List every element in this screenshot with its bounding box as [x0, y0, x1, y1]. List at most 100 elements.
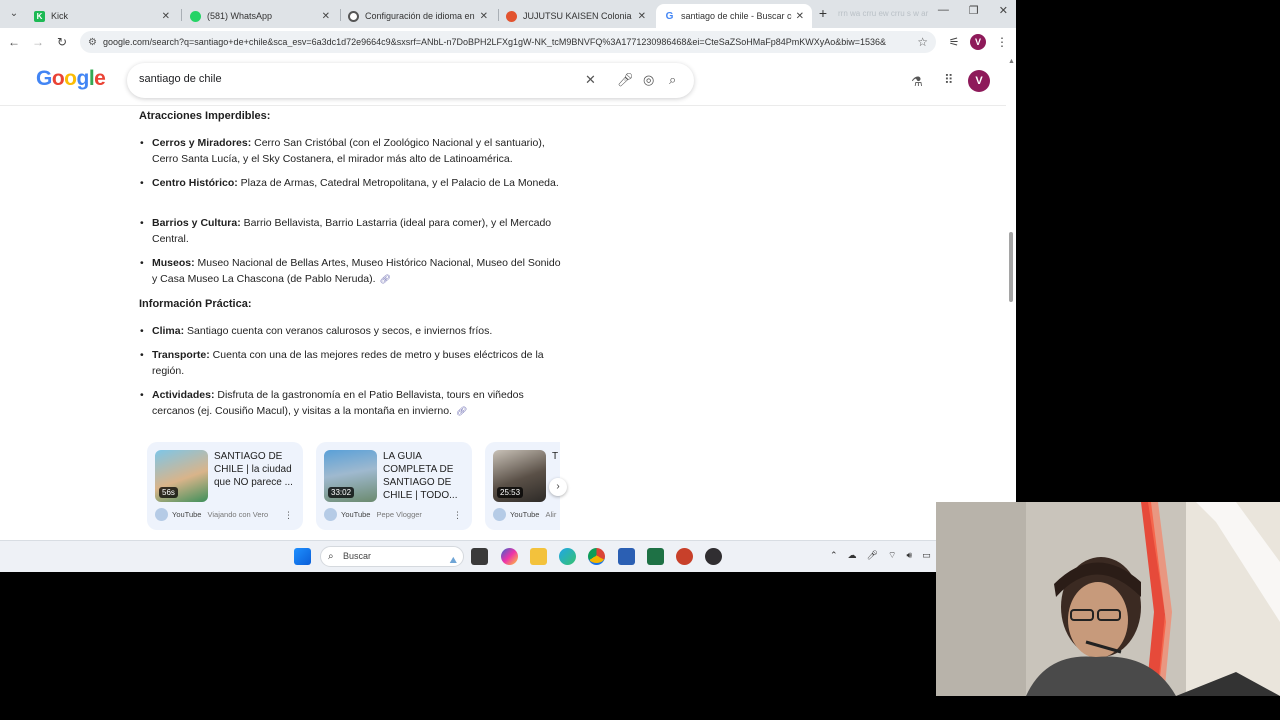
browser-profile-avatar[interactable]: V	[970, 34, 986, 50]
forward-arrow-icon[interactable]: →	[30, 34, 46, 50]
source-link-icon[interactable]: 🔗︎	[380, 274, 391, 284]
bookmark-star-icon[interactable]: ☆	[917, 35, 928, 49]
video-thumbnail[interactable]: 25:53	[493, 450, 546, 502]
list-item: Actividades: Disfruta de la gastronomía …	[139, 387, 563, 419]
source-name: YouTube	[341, 510, 371, 519]
more-options-icon[interactable]: ⋮	[453, 510, 462, 521]
file-explorer-icon[interactable]	[530, 548, 547, 565]
url-text: google.com/search?q=santiago+de+chile&sc…	[102, 37, 887, 47]
tab-google-search[interactable]: G santiago de chile - Buscar con ✕	[656, 4, 812, 28]
back-arrow-icon[interactable]: ←	[6, 34, 22, 50]
video-card[interactable]: 56s SANTIAGO DE CHILE | la ciudad que NO…	[147, 442, 303, 530]
windows-start-icon[interactable]	[294, 548, 311, 565]
taskbar-search[interactable]: ⌕ Buscar ⛰	[320, 546, 464, 567]
video-duration: 25:53	[497, 487, 524, 498]
item-label: Museos:	[152, 257, 195, 269]
tab-kick[interactable]: K Kick ✕	[26, 4, 178, 28]
list-item: Barrios y Cultura: Barrio Bellavista, Ba…	[139, 215, 563, 247]
search-icon[interactable]: ⌕	[669, 72, 676, 88]
volume-icon[interactable]: 🔊︎	[906, 550, 912, 561]
channel-avatar	[155, 508, 168, 521]
item-text: Plaza de Armas, Catedral Metropolitana, …	[237, 177, 559, 189]
site-info-icon[interactable]: ⚙	[88, 37, 97, 48]
video-carousel: 56s SANTIAGO DE CHILE | la ciudad que NO…	[147, 442, 560, 532]
channel-name: Pepe Vlogger	[376, 510, 422, 519]
tab-close-icon[interactable]: ✕	[638, 11, 646, 22]
tab-title: JUJUTSU KAISEN Colonia n.º 1	[523, 11, 634, 21]
lens-camera-icon[interactable]: ◎	[643, 72, 654, 88]
tab-close-icon[interactable]: ✕	[322, 11, 330, 22]
reload-icon[interactable]: ↻	[54, 34, 70, 50]
channel-name: Alir	[545, 510, 557, 519]
video-duration: 56s	[159, 487, 178, 498]
search-box[interactable]: santiago de chile ✕ 🎤︎ ◎ ⌕	[127, 63, 694, 98]
tab-kick-settings[interactable]: Configuración de idioma en Ki ✕	[340, 4, 496, 28]
wifi-icon[interactable]: ⌔	[888, 550, 896, 561]
video-duration: 33:02	[328, 487, 355, 498]
video-card[interactable]: 33:02 LA GUIA COMPLETA DE SANTIAGO DE CH…	[316, 442, 472, 530]
list-item: Centro Histórico: Plaza de Armas, Catedr…	[139, 175, 563, 191]
google-account-avatar[interactable]: V	[968, 70, 990, 92]
obs-icon[interactable]	[705, 548, 722, 565]
tray-chevron-icon[interactable]: ⌃	[830, 550, 838, 561]
item-label: Clima:	[152, 325, 185, 337]
item-label: Actividades:	[152, 389, 215, 401]
section-heading-attractions: Atracciones Imperdibles:	[139, 110, 271, 122]
chrome-icon[interactable]	[588, 548, 605, 565]
search-icon: ⌕	[328, 551, 334, 562]
labs-flask-icon[interactable]: ⚗	[911, 74, 923, 90]
onedrive-icon[interactable]: ☁	[848, 550, 857, 561]
carousel-next-chevron-icon[interactable]: ›	[549, 478, 567, 496]
browser-window: ⌄ K Kick ✕ (581) WhatsApp ✕ Configuració…	[0, 0, 1016, 572]
video-title[interactable]: SANTIAGO DE CHILE | la ciudad que NO par…	[214, 450, 298, 489]
microphone-icon[interactable]: 🎤︎	[617, 72, 634, 88]
powerpoint-icon[interactable]	[676, 548, 693, 565]
browser-menu-icon[interactable]: ⋮	[994, 34, 1010, 50]
copilot-icon[interactable]	[501, 548, 518, 565]
tab-title: (581) WhatsApp	[207, 11, 273, 21]
video-source: YouTube Alir	[493, 508, 556, 521]
crunchyroll-icon	[506, 10, 517, 22]
video-thumbnail[interactable]: 33:02	[324, 450, 377, 502]
apps-grid-icon[interactable]: ⠿	[944, 72, 954, 88]
more-options-icon[interactable]: ⋮	[284, 510, 293, 521]
excel-icon[interactable]	[647, 548, 664, 565]
list-item: Transporte: Cuenta con una de las mejore…	[139, 347, 563, 379]
google-logo[interactable]: Google	[36, 67, 106, 91]
close-window-icon[interactable]: ✕	[999, 4, 1008, 17]
page-scrollbar[interactable]: ▲	[1006, 56, 1016, 540]
tab-jujutsu-kaisen[interactable]: JUJUTSU KAISEN Colonia n.º 1 ✕	[498, 4, 654, 28]
video-thumbnail[interactable]: 56s	[155, 450, 208, 502]
edge-icon[interactable]	[559, 548, 576, 565]
battery-icon[interactable]: ▭	[922, 550, 931, 561]
tab-search-chevron-icon[interactable]: ⌄	[6, 6, 22, 22]
scrollbar-thumb[interactable]	[1009, 232, 1013, 302]
extensions-icon[interactable]: ⚟	[946, 34, 962, 50]
windows-taskbar: ⌕ Buscar ⛰ ⌃ ☁ 🎤︎ ⌔ 🔊︎ ▭	[0, 540, 1016, 572]
list-item: Museos: Museo Nacional de Bellas Artes, …	[139, 255, 563, 287]
video-title[interactable]: T C	[552, 450, 560, 463]
tab-title: santiago de chile - Buscar con	[681, 11, 792, 21]
source-link-icon[interactable]: 🔗︎	[456, 406, 467, 416]
task-view-icon[interactable]	[471, 548, 488, 565]
microphone-icon[interactable]: 🎤︎	[867, 550, 878, 561]
clear-icon[interactable]: ✕	[585, 72, 596, 88]
tab-close-icon[interactable]: ✕	[796, 11, 804, 22]
item-label: Barrios y Cultura:	[152, 217, 241, 229]
tab-close-icon[interactable]: ✕	[480, 11, 488, 22]
search-highlight-icon: ⛰	[449, 555, 457, 565]
list-item: Cerros y Miradores: Cerro San Cristóbal …	[139, 135, 563, 167]
scroll-up-arrow-icon[interactable]: ▲	[1008, 58, 1015, 65]
tab-whatsapp[interactable]: (581) WhatsApp ✕	[182, 4, 338, 28]
restore-icon[interactable]: ❐	[969, 4, 979, 17]
tab-close-icon[interactable]: ✕	[162, 11, 170, 22]
webcam-feed-image	[936, 502, 1280, 696]
address-bar[interactable]: ⚙ google.com/search?q=santiago+de+chile&…	[80, 31, 936, 53]
search-input[interactable]: santiago de chile	[139, 73, 222, 85]
video-title[interactable]: LA GUIA COMPLETA DE SANTIAGO DE CHILE | …	[383, 450, 467, 502]
browser-toolbar: ← → ↻ ⚙ google.com/search?q=santiago+de+…	[0, 28, 1016, 56]
system-tray: ⌃ ☁ 🎤︎ ⌔ 🔊︎ ▭	[830, 550, 931, 561]
new-tab-button[interactable]: +	[815, 5, 831, 21]
minimize-icon[interactable]: —	[938, 4, 949, 17]
word-icon[interactable]	[618, 548, 635, 565]
